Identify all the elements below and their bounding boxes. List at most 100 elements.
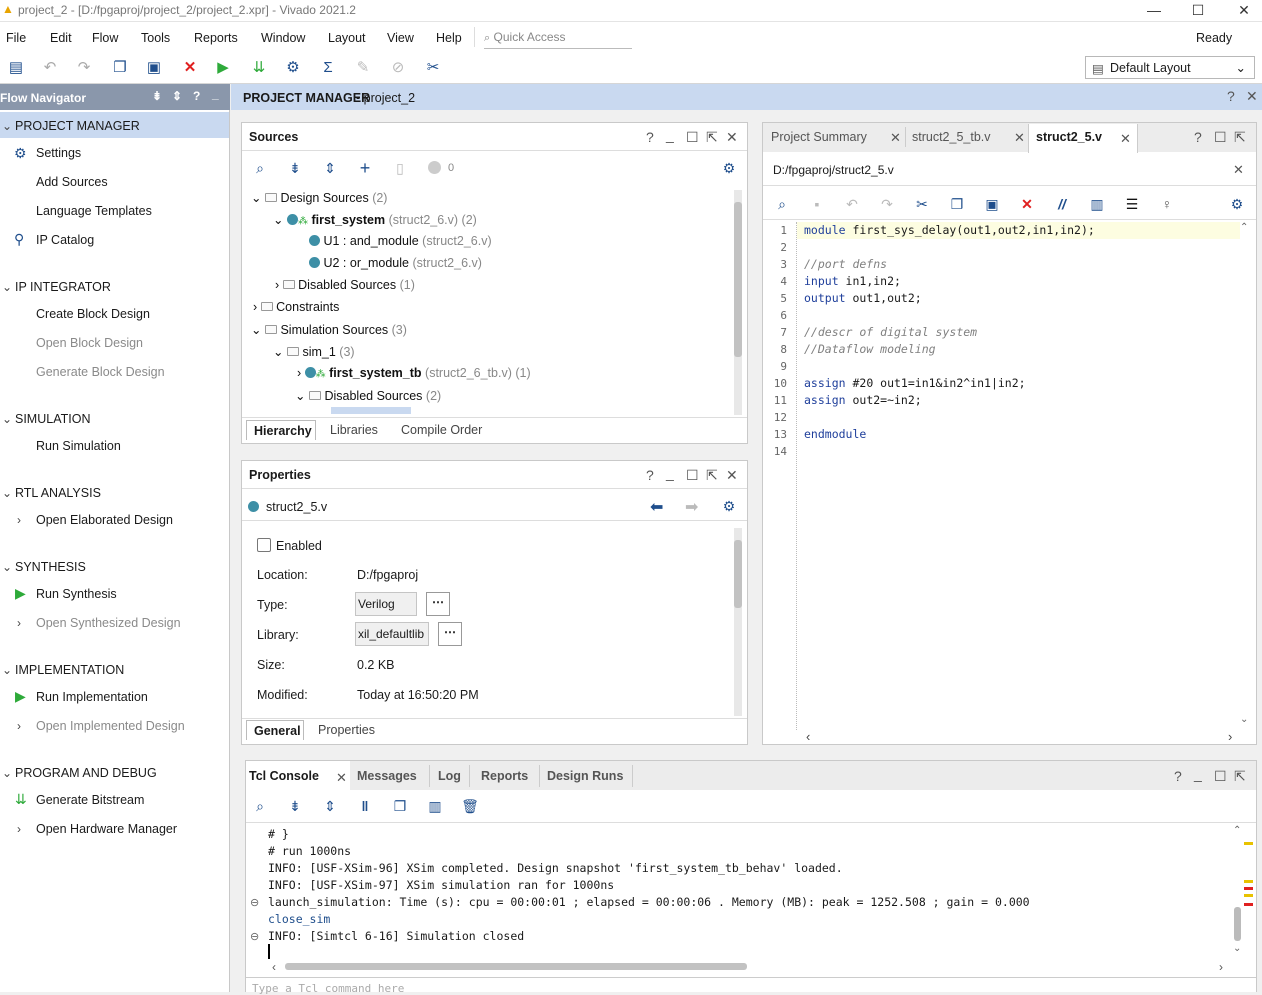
delete-icon[interactable]: ✕ — [1018, 195, 1036, 213]
scroll-thumb[interactable] — [734, 202, 742, 357]
delete-icon[interactable]: ✕ — [179, 58, 201, 78]
undo-icon[interactable]: ↶ — [843, 195, 861, 213]
tree-constraints[interactable]: › Constraints — [253, 300, 339, 314]
menu-view[interactable]: View — [387, 31, 414, 45]
help-icon[interactable]: ? — [646, 129, 654, 145]
quick-access-input[interactable]: ⌕ Quick Access — [484, 27, 632, 49]
float-icon[interactable]: ⇱ — [1234, 768, 1246, 785]
fn-section-project-manager[interactable]: PROJECT MANAGER — [15, 119, 140, 133]
fn-run-synthesis[interactable]: Run Synthesis — [36, 587, 117, 601]
lightbulb-icon[interactable]: ♀ — [1158, 195, 1176, 213]
properties-icon[interactable]: ▯ — [391, 159, 409, 177]
tab-log[interactable]: Log — [438, 769, 461, 783]
expand-all-icon[interactable]: ⇕ — [172, 89, 182, 103]
close-icon[interactable]: ✕ — [726, 129, 738, 146]
report-sigma-icon[interactable]: Σ — [317, 58, 339, 78]
column-icon[interactable]: ▥ — [1088, 195, 1106, 213]
tcl-command-input[interactable]: Type a Tcl command here — [246, 977, 1256, 995]
fn-open-elaborated-design[interactable]: Open Elaborated Design — [36, 513, 173, 527]
maximize-button[interactable]: ☐ — [1175, 0, 1221, 22]
code-line[interactable]: output out1,out2; — [804, 290, 1095, 307]
tree-simulation-sources[interactable]: ⌄ Simulation Sources (3) — [251, 322, 407, 337]
tab-project-summary[interactable]: Project Summary — [771, 130, 867, 144]
redo-icon[interactable]: ↷ — [878, 195, 896, 213]
help-icon[interactable]: ? — [646, 467, 654, 483]
float-icon[interactable]: ⇱ — [706, 467, 718, 484]
fn-section-implementation[interactable]: IMPLEMENTATION — [15, 663, 124, 677]
trash-icon[interactable]: 🗑 — [461, 797, 479, 815]
menu-reports[interactable]: Reports — [194, 31, 238, 45]
scroll-up-icon[interactable]: ⌃ — [1240, 222, 1252, 233]
redo-icon[interactable]: ↷ — [73, 58, 95, 78]
tree-first-system[interactable]: ⌄ ⁂ first_system (struct2_6.v) (2) — [273, 212, 477, 227]
help-icon[interactable]: ? — [1194, 129, 1202, 145]
close-icon[interactable]: ✕ — [726, 467, 738, 484]
maximize-icon[interactable]: ☐ — [686, 467, 699, 484]
settings-gear-icon[interactable]: ⚙ — [720, 497, 738, 515]
fn-create-block-design[interactable]: Create Block Design — [36, 307, 150, 321]
save-icon[interactable]: ▪ — [808, 195, 826, 213]
tab-hierarchy[interactable]: Hierarchy — [246, 420, 316, 440]
chevron-down-icon[interactable]: ⌄ — [2, 766, 12, 780]
library-field[interactable]: xil_defaultlib — [355, 622, 429, 646]
chevron-down-icon[interactable]: ⌄ — [2, 560, 12, 574]
fold-icon[interactable]: ⊖ — [250, 896, 259, 909]
chevron-right-icon[interactable]: › — [17, 822, 21, 836]
fn-section-rtl-analysis[interactable]: RTL ANALYSIS — [15, 486, 101, 500]
help-icon[interactable]: ? — [193, 89, 200, 103]
close-icon[interactable]: ✕ — [1233, 162, 1244, 178]
collapse-all-icon[interactable]: ⇟ — [286, 797, 304, 815]
menu-help[interactable]: Help — [436, 31, 462, 45]
settings-gear-icon[interactable]: ⚙ — [282, 58, 304, 78]
run-step-icon[interactable]: ⇊ — [248, 58, 270, 78]
minimize-icon[interactable]: _ — [666, 465, 674, 481]
chevron-down-icon[interactable]: ⌄ — [2, 412, 12, 426]
minimize-panel-icon[interactable]: _ — [212, 87, 219, 101]
scroll-left-icon[interactable]: ‹ — [272, 960, 276, 974]
code-line[interactable]: input in1,in2; — [804, 273, 1095, 290]
sources-scrollbar[interactable] — [734, 190, 742, 415]
scroll-down-icon[interactable]: ⌄ — [1240, 714, 1248, 725]
library-more-button[interactable]: ⋯ — [438, 622, 462, 646]
tab-compile-order[interactable]: Compile Order — [401, 423, 482, 437]
menu-layout[interactable]: Layout — [328, 31, 366, 45]
expand-all-icon[interactable]: ⇕ — [321, 797, 339, 815]
fn-section-program-debug[interactable]: PROGRAM AND DEBUG — [15, 766, 157, 780]
chevron-down-icon[interactable]: ⌄ — [2, 280, 12, 294]
scroll-thumb[interactable] — [1234, 907, 1241, 941]
tree-sim-1[interactable]: ⌄ sim_1 (3) — [273, 344, 355, 359]
tree-partial-row[interactable] — [331, 407, 411, 414]
fn-section-simulation[interactable]: SIMULATION — [15, 412, 90, 426]
search-icon[interactable]: ⌕ — [251, 797, 269, 815]
editor-scrollbar[interactable]: ⌃ ⌄ — [1240, 222, 1252, 730]
menu-file[interactable]: File — [6, 31, 26, 45]
maximize-icon[interactable]: ☐ — [1214, 129, 1227, 146]
code-line[interactable] — [804, 409, 1095, 426]
cut-icon[interactable]: ✂ — [913, 195, 931, 213]
fn-open-synthesized-design[interactable]: Open Synthesized Design — [36, 616, 181, 630]
fn-run-simulation[interactable]: Run Simulation — [36, 439, 121, 453]
fn-section-synthesis[interactable]: SYNTHESIS — [15, 560, 86, 574]
column-icon[interactable]: ▥ — [426, 797, 444, 815]
comment-icon[interactable]: // — [1053, 195, 1071, 213]
close-icon[interactable]: ✕ — [1246, 88, 1258, 105]
paste-icon[interactable]: ▣ — [143, 58, 165, 78]
fn-run-implementation[interactable]: Run Implementation — [36, 690, 148, 704]
scroll-left-icon[interactable]: ‹ — [806, 729, 810, 744]
collapse-all-icon[interactable]: ⇟ — [152, 89, 162, 103]
scroll-right-icon[interactable]: › — [1219, 960, 1223, 974]
undo-icon[interactable]: ↶ — [39, 58, 61, 78]
code-line[interactable]: assign out2=~in2; — [804, 392, 1095, 409]
float-icon[interactable]: ⇱ — [706, 129, 718, 146]
code-line[interactable]: assign #20 out1=in1&in2^in1|in2; — [804, 375, 1095, 392]
menu-edit[interactable]: Edit — [50, 31, 72, 45]
help-icon[interactable]: ? — [1227, 88, 1235, 104]
copy-icon[interactable]: ❐ — [391, 797, 409, 815]
tab-design-runs[interactable]: Design Runs — [547, 769, 623, 783]
settings-gear-icon[interactable]: ⚙ — [720, 159, 738, 177]
search-icon[interactable]: ⌕ — [251, 159, 269, 177]
tree-disabled-sources-1[interactable]: › Disabled Sources (1) — [275, 278, 415, 292]
chevron-right-icon[interactable]: › — [17, 616, 21, 630]
fn-section-ip-integrator[interactable]: IP INTEGRATOR — [15, 280, 111, 294]
code-line[interactable]: //port defns — [804, 256, 1095, 273]
